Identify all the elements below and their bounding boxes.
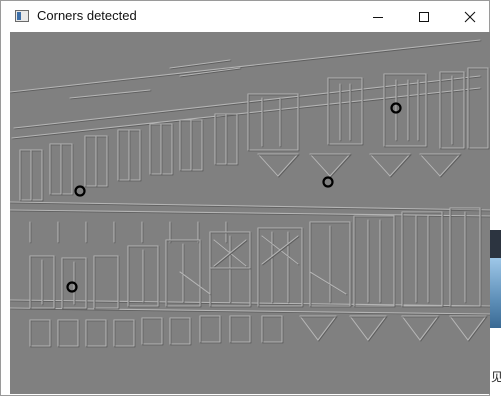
edge-shadow [318,316,338,342]
edge-highlight [367,315,387,341]
edge-highlight [419,315,439,341]
edge-shadow [368,316,388,342]
edge-shadow [10,202,490,212]
edge-highlight [309,271,347,295]
edge-highlight [11,87,481,139]
edge-highlight [317,315,337,341]
edge-highlight [10,201,490,211]
edge-highlight [69,89,151,99]
edge-shadow [468,316,488,342]
edge-highlight [169,59,231,69]
edge-highlight [401,315,421,341]
edge-highlight [467,315,487,341]
minimize-button[interactable] [355,1,401,32]
edge-highlight [449,315,469,341]
app-window: Corners detected [0,0,490,396]
corner-marker [322,176,334,188]
desktop-wallpaper [490,258,501,328]
corner-marker [74,185,86,197]
app-icon [15,10,29,22]
edge-shadow [420,316,440,342]
desktop-partial-label: 见 [491,370,501,384]
edge-shadow [278,154,300,178]
edge-shadow [70,90,152,100]
edge-highlight [349,315,369,341]
edge-highlight [309,153,331,177]
edge-highlight [329,153,351,177]
desktop-wallpaper-dark [490,230,501,260]
minimize-icon [373,16,383,18]
edge-image [10,39,490,348]
edge-shadow [170,60,232,70]
edge-highlight [257,153,279,177]
close-button[interactable] [447,1,493,32]
edge-highlight [179,271,211,295]
edge-shadow [10,308,490,316]
maximize-button[interactable] [401,1,447,32]
edge-shadow [390,154,412,178]
edge-highlight [277,153,299,177]
edge-highlight [439,153,461,177]
image-canvas [10,32,490,394]
edge-shadow [440,154,462,178]
edge-shadow [330,154,352,178]
edge-highlight [369,153,391,177]
edge-highlight [419,153,441,177]
title-bar[interactable]: Corners detected [1,1,489,32]
maximize-icon [419,11,429,22]
edge-highlight [389,153,411,177]
edge-highlight [299,315,319,341]
window-title: Corners detected [37,8,137,23]
close-icon [464,11,476,22]
desktop-background: 见 [490,0,501,403]
